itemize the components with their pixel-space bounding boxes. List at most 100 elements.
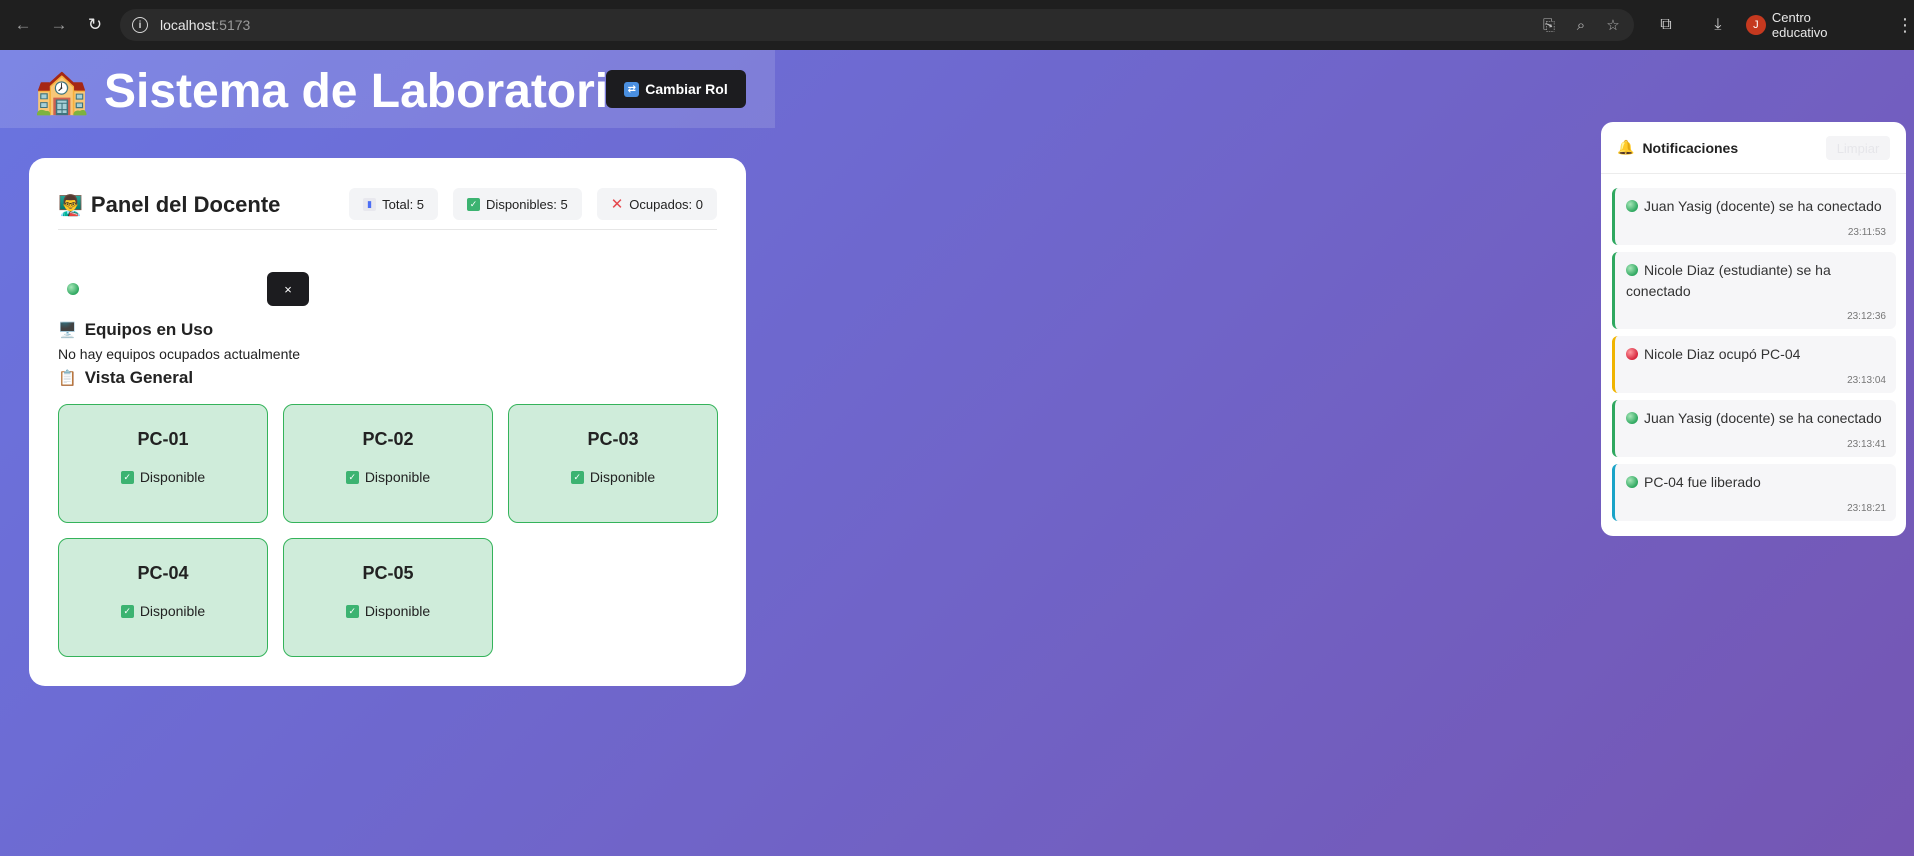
in-use-empty-message: No hay equipos ocupados actualmente bbox=[58, 346, 301, 362]
pc-status-label: Disponible bbox=[589, 469, 656, 485]
notification-item: Nicole Diaz ocupó PC-04 23:13:04 bbox=[1612, 336, 1896, 393]
forward-icon[interactable]: → bbox=[42, 8, 76, 42]
overview-title: 📋 Vista General bbox=[58, 368, 193, 388]
notification-text: Juan Yasig (docente) se ha conectado bbox=[1626, 408, 1884, 429]
notification-text: Nicole Diaz ocupó PC-04 bbox=[1626, 344, 1884, 365]
panel-title: 👨‍🏫 Panel del Docente bbox=[58, 192, 280, 218]
site-info-icon[interactable]: i bbox=[132, 17, 148, 33]
notification-time: 23:18:21 bbox=[1847, 503, 1886, 514]
menu-kebab-icon[interactable]: ⋮ bbox=[1896, 15, 1914, 36]
pc-status-label: Disponible bbox=[139, 603, 206, 619]
stat-occupied-label: Ocupados: 0 bbox=[629, 196, 703, 212]
panel-header: 👨‍🏫 Panel del Docente ▮ Total: 5 ✓ Dispo… bbox=[58, 184, 717, 230]
pc-status-label: Disponible bbox=[364, 469, 431, 485]
notifications-header: 🔔 Notificaciones Limpiar bbox=[1601, 122, 1906, 174]
pc-status: ✓ Disponible bbox=[284, 603, 492, 619]
translate-icon[interactable]: ⎘ bbox=[1540, 17, 1558, 34]
change-role-label: Cambiar Rol bbox=[645, 81, 728, 97]
status-dot-icon bbox=[1626, 200, 1638, 212]
notification-time: 23:13:41 bbox=[1847, 439, 1886, 450]
teacher-panel: 👨‍🏫 Panel del Docente ▮ Total: 5 ✓ Dispo… bbox=[29, 158, 746, 686]
app-title: Sistema de Laboratorio bbox=[104, 65, 638, 118]
url-port: :5173 bbox=[215, 17, 251, 33]
check-icon: ✓ bbox=[467, 197, 481, 211]
notification-message: Juan Yasig (docente) se ha conectado bbox=[1644, 410, 1882, 426]
pc-card[interactable]: PC-03 ✓ Disponible bbox=[508, 404, 718, 523]
clipboard-icon: 📋 bbox=[58, 370, 77, 387]
browser-toolbar: ← → ↻ i localhost:5173 ⎘ ⌕ ☆ ⧉ ⤓ J Centr… bbox=[0, 0, 1914, 50]
stat-total: ▮ Total: 5 bbox=[349, 188, 439, 220]
stat-occupied: ✕ Ocupados: 0 bbox=[596, 188, 717, 220]
notification-item: PC-04 fue liberado 23:18:21 bbox=[1612, 464, 1896, 521]
pc-status-label: Disponible bbox=[139, 469, 206, 485]
connection-status bbox=[67, 282, 79, 300]
pc-status-label: Disponible bbox=[364, 603, 431, 619]
notification-text: PC-04 fue liberado bbox=[1626, 472, 1884, 493]
pc-card[interactable]: PC-02 ✓ Disponible bbox=[283, 404, 493, 523]
pc-name: PC-01 bbox=[137, 429, 189, 449]
pc-name: PC-05 bbox=[362, 563, 414, 583]
app-page: 🏫 Sistema de Laboratorio ⇄ Cambiar Rol 👨… bbox=[0, 50, 1914, 856]
pc-status: ✓ Disponible bbox=[509, 469, 717, 485]
pc-name: PC-02 bbox=[362, 429, 414, 449]
notification-message: Nicole Diaz (estudiante) se ha conectado bbox=[1626, 262, 1831, 299]
download-icon[interactable]: ⤓ bbox=[1700, 16, 1736, 34]
stats-bar: ▮ Total: 5 ✓ Disponibles: 5 ✕ Ocupados: … bbox=[349, 188, 717, 220]
notification-item: Juan Yasig (docente) se ha conectado 23:… bbox=[1612, 400, 1896, 457]
zoom-icon[interactable]: ⌕ bbox=[1572, 17, 1590, 34]
bar-chart-icon: ▮ bbox=[363, 197, 377, 211]
bell-icon: 🔔 bbox=[1617, 139, 1635, 155]
dismiss-button[interactable]: × bbox=[267, 272, 309, 306]
check-icon: ✓ bbox=[120, 604, 134, 618]
notification-message: Juan Yasig (docente) se ha conectado bbox=[1644, 198, 1882, 214]
clear-notifications-button[interactable]: Limpiar bbox=[1826, 136, 1890, 160]
in-use-title: 🖥️ Equipos en Uso bbox=[58, 320, 213, 340]
pc-card[interactable]: PC-04 ✓ Disponible bbox=[58, 538, 268, 657]
status-dot-icon bbox=[1626, 264, 1638, 276]
stat-available: ✓ Disponibles: 5 bbox=[453, 188, 582, 220]
url-host: localhost bbox=[160, 17, 216, 33]
stat-available-label: Disponibles: 5 bbox=[486, 196, 568, 212]
profile-button[interactable]: J Centro educativo bbox=[1745, 10, 1870, 40]
bookmark-star-icon[interactable]: ☆ bbox=[1604, 16, 1622, 34]
stat-total-label: Total: 5 bbox=[382, 196, 425, 212]
cross-icon: ✕ bbox=[610, 196, 624, 213]
notification-time: 23:13:04 bbox=[1847, 375, 1886, 386]
profile-name: Centro educativo bbox=[1771, 10, 1828, 40]
notification-message: PC-04 fue liberado bbox=[1644, 474, 1761, 490]
check-icon: ✓ bbox=[570, 470, 584, 484]
notification-item: Juan Yasig (docente) se ha conectado 23:… bbox=[1612, 188, 1896, 245]
status-dot-icon bbox=[1626, 412, 1638, 424]
pc-status: ✓ Disponible bbox=[59, 603, 267, 619]
notifications-panel: 🔔 Notificaciones Limpiar Juan Yasig (doc… bbox=[1601, 122, 1906, 536]
back-icon[interactable]: ← bbox=[6, 8, 40, 42]
check-icon: ✓ bbox=[120, 470, 134, 484]
pc-card[interactable]: PC-01 ✓ Disponible bbox=[58, 404, 268, 523]
swap-icon: ⇄ bbox=[624, 81, 640, 97]
app-header: 🏫 Sistema de Laboratorio ⇄ Cambiar Rol bbox=[0, 50, 775, 128]
status-dot-icon bbox=[1626, 348, 1638, 360]
pc-card[interactable]: PC-05 ✓ Disponible bbox=[283, 538, 493, 657]
computer-icon: 🖥️ bbox=[58, 322, 77, 339]
pc-status: ✓ Disponible bbox=[284, 469, 492, 485]
notification-message: Nicole Diaz ocupó PC-04 bbox=[1644, 346, 1801, 362]
pc-status: ✓ Disponible bbox=[59, 469, 267, 485]
pc-name: PC-04 bbox=[137, 563, 189, 583]
notification-time: 23:11:53 bbox=[1847, 227, 1886, 238]
reload-icon[interactable]: ↻ bbox=[78, 8, 112, 42]
check-icon: ✓ bbox=[345, 604, 359, 618]
overview-title-text: Vista General bbox=[84, 368, 194, 387]
notifications-title: Notificaciones bbox=[1642, 139, 1739, 156]
avatar: J bbox=[1745, 15, 1766, 35]
panel-title-text: Panel del Docente bbox=[90, 192, 281, 217]
address-bar[interactable]: i localhost:5173 ⎘ ⌕ ☆ bbox=[120, 9, 1634, 41]
in-use-title-text: Equipos en Uso bbox=[84, 320, 214, 339]
pc-name: PC-03 bbox=[587, 429, 639, 449]
notification-time: 23:12:36 bbox=[1847, 311, 1886, 322]
extensions-icon[interactable]: ⧉ bbox=[1648, 16, 1684, 34]
teacher-icon: 👨‍🏫 bbox=[58, 194, 83, 217]
status-dot-icon bbox=[1626, 476, 1638, 488]
check-icon: ✓ bbox=[345, 470, 359, 484]
notification-item: Nicole Diaz (estudiante) se ha conectado… bbox=[1612, 252, 1896, 329]
change-role-button[interactable]: ⇄ Cambiar Rol bbox=[606, 70, 746, 108]
